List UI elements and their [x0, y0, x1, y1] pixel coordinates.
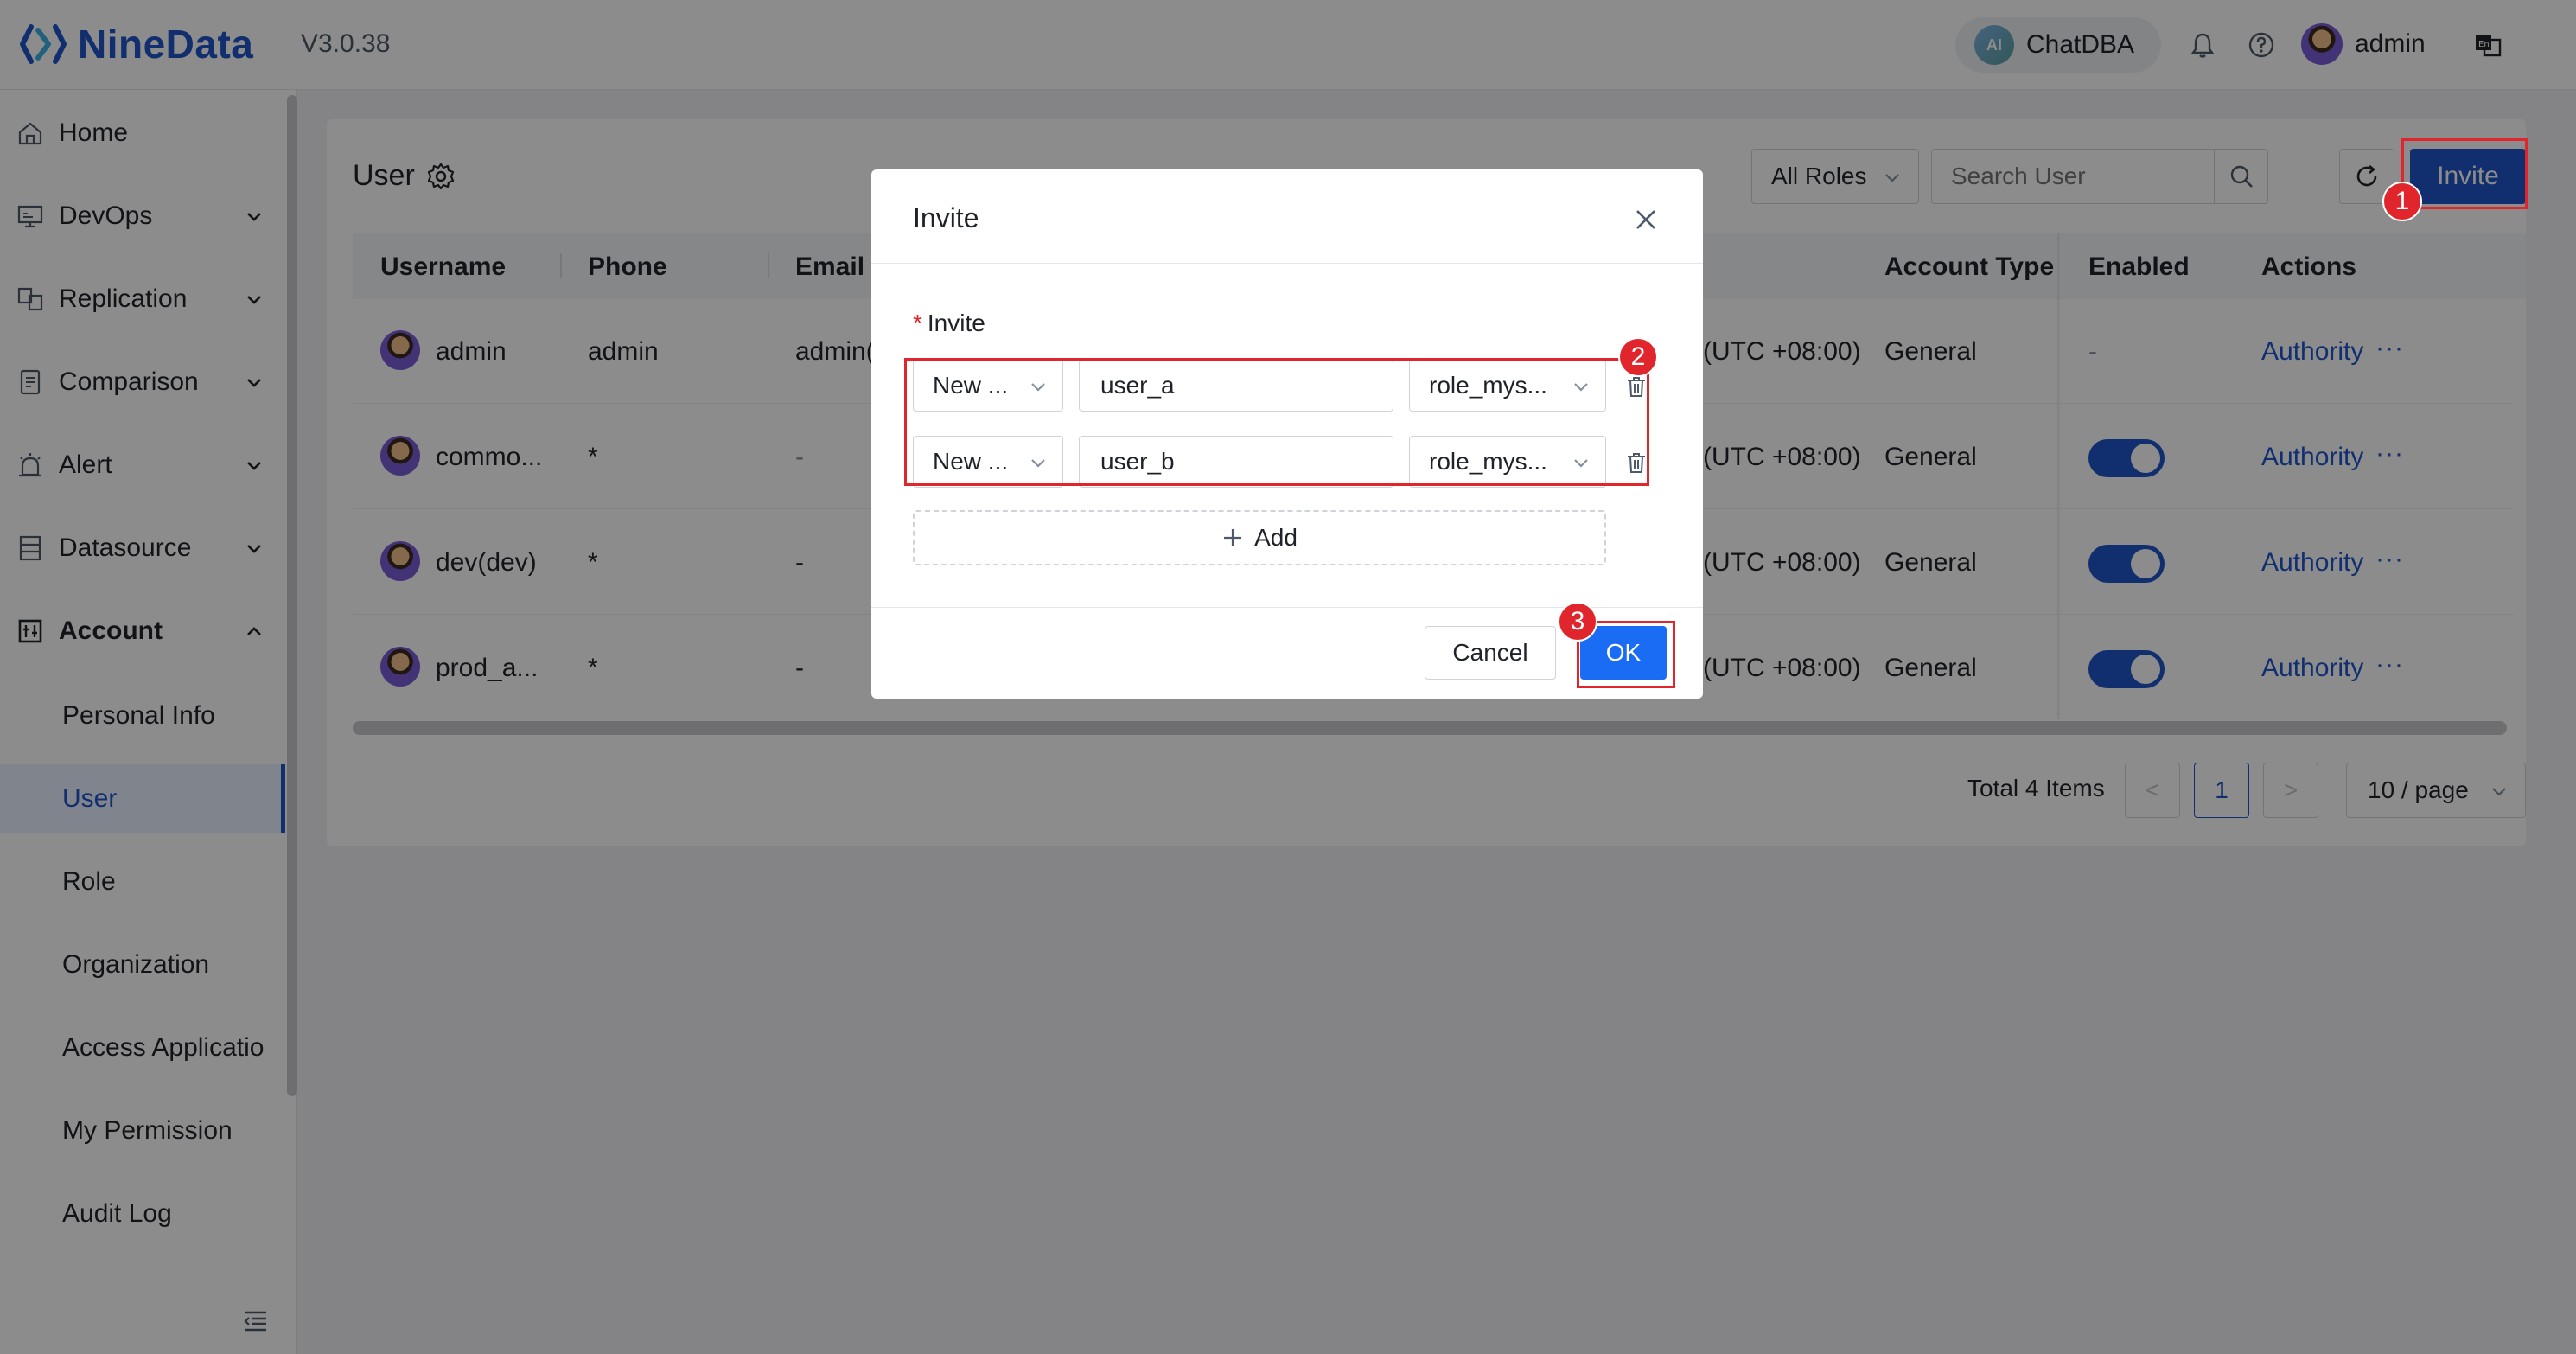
- invite-label-text: Invite: [927, 310, 985, 336]
- plus-icon: [1224, 529, 1242, 546]
- add-invite-row-button[interactable]: Add: [913, 510, 1606, 565]
- invite-field-label: * Invite: [913, 310, 985, 337]
- step-marker-3: 3: [1558, 602, 1597, 642]
- required-mark: *: [913, 310, 922, 336]
- close-icon[interactable]: [1632, 206, 1660, 233]
- invite-modal: Invite * Invite New ... user_a role_mys..…: [871, 169, 1703, 699]
- add-label: Add: [1254, 524, 1298, 551]
- cancel-button[interactable]: Cancel: [1425, 626, 1556, 680]
- step-marker-2: 2: [1618, 337, 1658, 377]
- step-marker-1: 1: [2382, 182, 2422, 221]
- modal-header-divider: [871, 263, 1703, 264]
- modal-title: Invite: [913, 202, 979, 233]
- highlight-box-invite-rows: [904, 358, 1649, 486]
